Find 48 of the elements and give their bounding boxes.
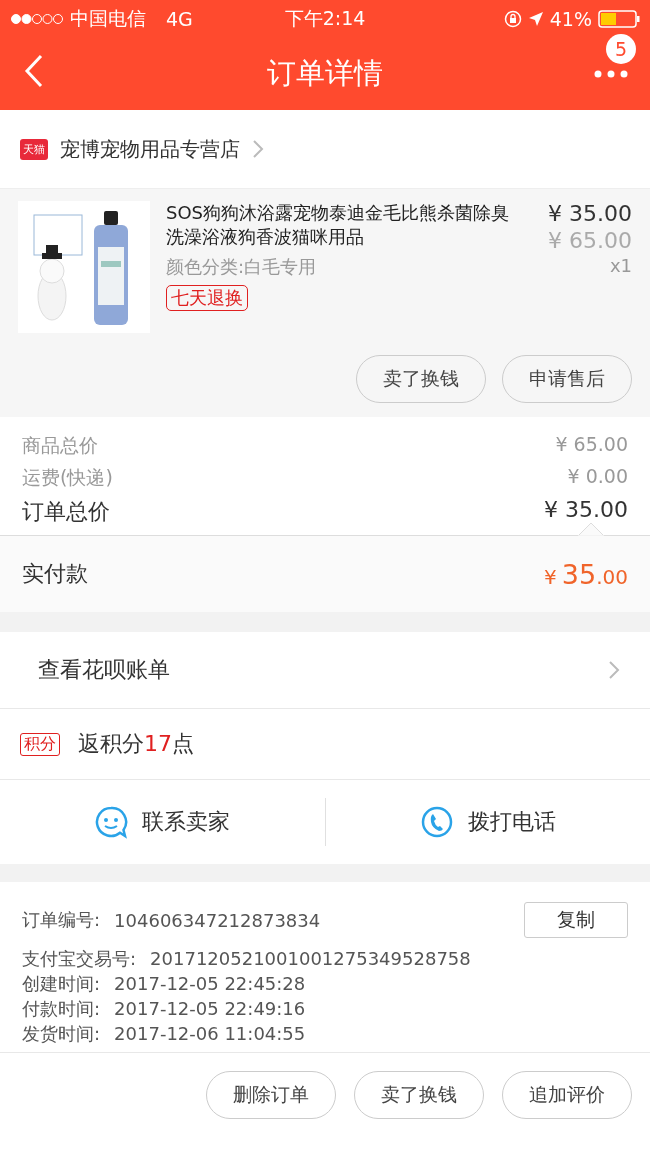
store-name[interactable]: 宠博宠物用品专营店 xyxy=(60,135,240,163)
page-title: 订单详情 xyxy=(267,55,383,92)
info-value: 104606347212873834 xyxy=(114,909,321,931)
info-value: 2017-12-06 11:04:55 xyxy=(114,1023,306,1044)
copy-button[interactable]: 复制 xyxy=(524,902,628,938)
summary-label: 订单总价 xyxy=(22,498,110,526)
more-icon[interactable] xyxy=(594,70,628,78)
battery-percent: 41% xyxy=(549,8,592,30)
battery-icon xyxy=(598,10,640,28)
back-icon[interactable] xyxy=(24,54,44,88)
info-label: 发货时间: xyxy=(22,1021,101,1046)
summary-label: 运费(快递) xyxy=(22,465,113,490)
info-label: 创建时间: xyxy=(22,971,101,996)
info-value: 2017-12-05 22:45:28 xyxy=(114,973,306,994)
huabei-bill-link[interactable]: 查看花呗账单 xyxy=(38,655,170,685)
clock: 下午2:14 xyxy=(284,6,366,31)
contact-button[interactable]: 拨打电话 xyxy=(325,780,650,864)
contact-button[interactable]: 联系卖家 xyxy=(0,780,325,864)
summary-value: ¥ 0.00 xyxy=(567,465,628,489)
info-label: 付款时间: xyxy=(22,996,101,1021)
network-type: 4G xyxy=(166,8,193,30)
info-value: 2017-12-05 22:49:16 xyxy=(114,998,306,1019)
product-price: ¥ 35.00 xyxy=(548,201,632,226)
info-label: 支付宝交易号: xyxy=(22,946,137,971)
paid-label: 实付款 xyxy=(22,560,88,588)
quantity: x1 xyxy=(609,255,632,276)
tmall-logo: 天猫 xyxy=(20,138,48,160)
chat-bubble-icon xyxy=(94,805,129,839)
product-title[interactable]: SOS狗狗沐浴露宠物泰迪金毛比熊杀菌除臭洗澡浴液狗香波猫咪用品 xyxy=(166,201,520,249)
return-policy-tag: 七天退换 xyxy=(166,285,248,311)
phone-icon xyxy=(419,805,454,839)
chevron-right-icon[interactable] xyxy=(608,660,620,680)
points-badge: 积分 xyxy=(20,732,60,756)
info-label: 订单编号: xyxy=(22,908,101,932)
signal-icon xyxy=(10,13,64,25)
product-variant: 颜色分类:白毛专用 xyxy=(166,255,318,279)
paid-amount: ¥ 35.00 xyxy=(544,558,628,590)
summary-value: ¥ 65.00 xyxy=(555,433,628,457)
chevron-right-icon[interactable] xyxy=(252,139,264,159)
carrier: 中国电信 xyxy=(70,6,146,31)
notification-badge: 5 xyxy=(606,34,636,64)
rotation-lock-icon xyxy=(503,10,522,28)
info-value: 2017120521001001275349528758 xyxy=(150,948,471,969)
location-arrow-icon xyxy=(527,11,544,27)
original-price: ¥ 65.00 xyxy=(548,228,632,253)
summary-value: ¥ 35.00 xyxy=(544,497,628,524)
summary-label: 商品总价 xyxy=(22,433,98,458)
points-text: 返积分17点 xyxy=(78,730,194,758)
